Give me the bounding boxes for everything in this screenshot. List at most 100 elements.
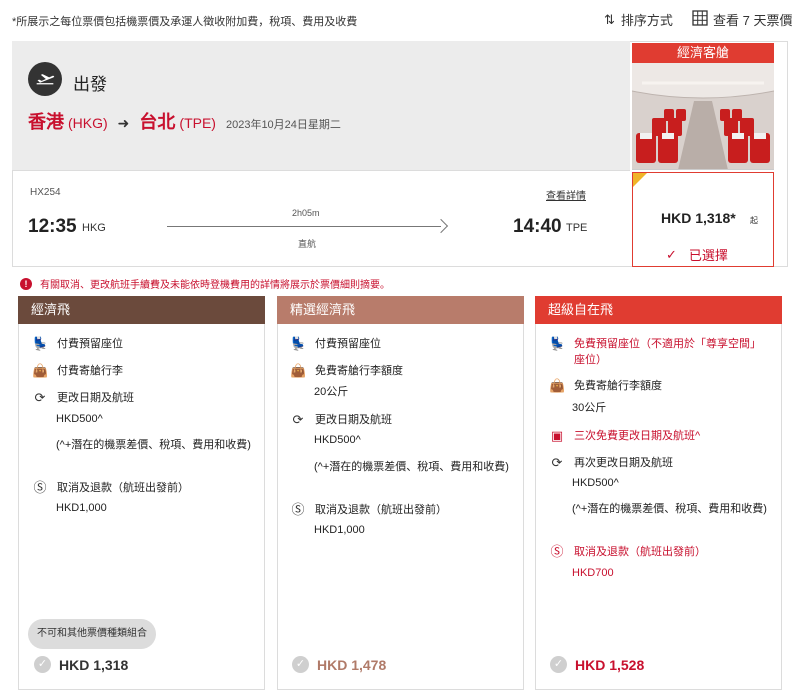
feature-baggage: 👜 付費寄艙行李: [32, 363, 123, 379]
baggage-icon: 👜: [290, 363, 307, 378]
departure-airport: HKG: [82, 222, 106, 234]
selected-label: 已選擇: [688, 248, 728, 263]
fare-name: 精選經濟飛: [277, 296, 524, 324]
refresh-icon: ⟳: [551, 455, 563, 470]
fare-price-row[interactable]: ✓ HKD 1,478: [292, 656, 386, 673]
seat-icon: 💺: [32, 336, 49, 351]
sort-icon: ⇅: [604, 11, 615, 27]
refresh-icon: ⟳: [34, 390, 46, 405]
fare-price-row[interactable]: ✓ HKD 1,528: [550, 656, 644, 673]
fare-corner-marker: [633, 173, 647, 187]
sort-button[interactable]: ⇅ 排序方式: [604, 10, 673, 29]
sort-label: 排序方式: [620, 13, 673, 28]
change-fee: HKD500^: [572, 477, 619, 489]
feature-text: 取消及退款（航班出發前）: [315, 504, 447, 516]
destination-code: (TPE): [179, 115, 216, 131]
check-circle-icon: ✓: [550, 656, 567, 673]
dollar-icon: Ⓢ: [550, 544, 564, 559]
view-7-day-fares-label: 查看 7 天票價: [713, 13, 793, 28]
destination-city: 台北: [139, 112, 176, 132]
feature-change: ⟳ 更改日期及航班: [290, 412, 392, 428]
fare-price-row[interactable]: ✓ HKD 1,318: [34, 656, 128, 673]
feature-refund: Ⓢ 取消及退款（航班出發前）: [290, 502, 447, 518]
feature-text: 再次更改日期及航班: [574, 457, 673, 469]
refund-fee: HKD1,000: [56, 502, 107, 514]
arrival-airport: TPE: [566, 222, 588, 234]
fare-price: HKD 1,478: [317, 656, 387, 673]
feature-text: 免費寄艙行李額度: [574, 380, 662, 392]
feature-refund: Ⓢ 取消及退款（航班出發前）: [32, 480, 189, 496]
plane-icon: [28, 62, 62, 96]
check-icon: ✓: [666, 246, 677, 262]
grid-icon: [692, 10, 708, 29]
fare-name: 經濟飛: [18, 296, 265, 324]
refresh-icon: ⟳: [292, 412, 304, 427]
view-7-day-fares-button[interactable]: 查看 7 天票價: [692, 10, 792, 29]
feature-seat: 💺 付費預留座位: [290, 336, 381, 352]
change-note: (^+潛在的機票差價、稅項、費用和收費): [314, 461, 509, 473]
feature-seat: 💺 免費預留座位（不適用於「尊享空間」座位）: [549, 336, 769, 368]
fare-price: HKD 1,318: [59, 656, 129, 673]
feature-baggage: 👜 免費寄艙行李額度: [549, 378, 662, 394]
fare-column-economy-select[interactable]: [277, 296, 524, 690]
feature-text: 三次免費更改日期及航班^: [574, 430, 701, 442]
baggage-icon: 👜: [549, 378, 566, 393]
cabin-name: 經濟客艙: [632, 43, 774, 63]
feature-seat: 💺 付費預留座位: [32, 336, 123, 352]
baggage-icon: 👜: [32, 363, 49, 378]
refund-fee: HKD1,000: [314, 524, 365, 536]
feature-text: 付費寄艙行李: [57, 365, 123, 377]
feature-text: 免費寄艙行李額度: [315, 365, 403, 377]
route: 香港 (HKG) ➜ 台北 (TPE) 2023年10月24日星期二: [28, 108, 341, 134]
warning-text: 有關取消、更改航班手續費及未能依時登機費用的詳情將展示於票價細則摘要。: [40, 280, 390, 291]
flight-number: HX254: [30, 187, 61, 198]
feature-change: ⟳ 再次更改日期及航班: [549, 455, 673, 471]
arrival-time: 14:40: [513, 216, 562, 237]
fare-rules-warning: ! 有關取消、更改航班手續費及未能依時登機費用的詳情將展示於票價細則摘要。: [20, 276, 390, 291]
check-circle-icon: ✓: [292, 656, 309, 673]
change-fee: HKD500^: [314, 434, 361, 446]
route-line: [167, 226, 441, 227]
feature-free-change: ▣ 三次免費更改日期及航班^: [549, 428, 700, 444]
stops-label: 直航: [298, 239, 317, 249]
check-circle-icon: ✓: [34, 656, 51, 673]
dollar-icon: Ⓢ: [291, 502, 305, 517]
feature-refund: Ⓢ 取消及退款（航班出發前）: [549, 544, 706, 560]
fare-price: HKD 1,528: [575, 656, 645, 673]
departure-time: 12:35: [28, 216, 77, 237]
feature-text: 付費預留座位: [315, 338, 381, 350]
flight-header: [12, 41, 630, 171]
cabin-price: HKD 1,318*: [661, 210, 736, 226]
change-fee: HKD500^: [56, 413, 103, 425]
flight-duration: 2h05m: [292, 208, 320, 218]
baggage-amount: 30公斤: [572, 402, 607, 414]
no-combination-badge: 不可和其他票價種類組合: [28, 619, 156, 649]
view-details-link[interactable]: 查看詳情: [546, 187, 586, 202]
feature-text: 取消及退款（航班出發前）: [57, 482, 189, 494]
feature-baggage: 👜 免費寄艙行李額度: [290, 363, 403, 379]
dollar-icon: Ⓢ: [33, 480, 47, 495]
feature-text: 更改日期及航班: [57, 392, 134, 404]
change-note: (^+潛在的機票差價、稅項、費用和收費): [572, 503, 767, 515]
feature-text: 更改日期及航班: [315, 414, 392, 426]
direction-label: 出發: [73, 75, 107, 94]
fare-name: 超級自在飛: [535, 296, 782, 324]
feature-text: 付費預留座位: [57, 338, 123, 350]
flight-date: 2023年10月24日星期二: [225, 119, 341, 131]
cabin-photo: [632, 63, 774, 170]
arrow-right-icon: ➜: [117, 115, 130, 131]
origin-code: (HKG): [68, 115, 108, 131]
change-note: (^+潛在的機票差價、稅項、費用和收費): [56, 439, 251, 451]
feature-change: ⟳ 更改日期及航班: [32, 390, 134, 406]
seat-icon: 💺: [290, 336, 307, 351]
seat-icon: 💺: [549, 336, 566, 351]
alert-icon: !: [20, 277, 32, 290]
fare-disclaimer: *所展示之每位票價包括機票價及承運人徵收附加費，稅項、費用及收費: [12, 16, 358, 28]
feature-text: 免費預留座位（不適用於「尊享空間」座位）: [574, 338, 761, 366]
refund-fee: HKD700: [572, 567, 614, 579]
price-suffix: 起: [750, 216, 758, 225]
feature-text: 取消及退款（航班出發前）: [574, 546, 706, 558]
selected-status: ✓ 已選擇: [666, 245, 728, 264]
origin-city: 香港: [28, 112, 64, 132]
baggage-amount: 20公斤: [314, 386, 349, 398]
